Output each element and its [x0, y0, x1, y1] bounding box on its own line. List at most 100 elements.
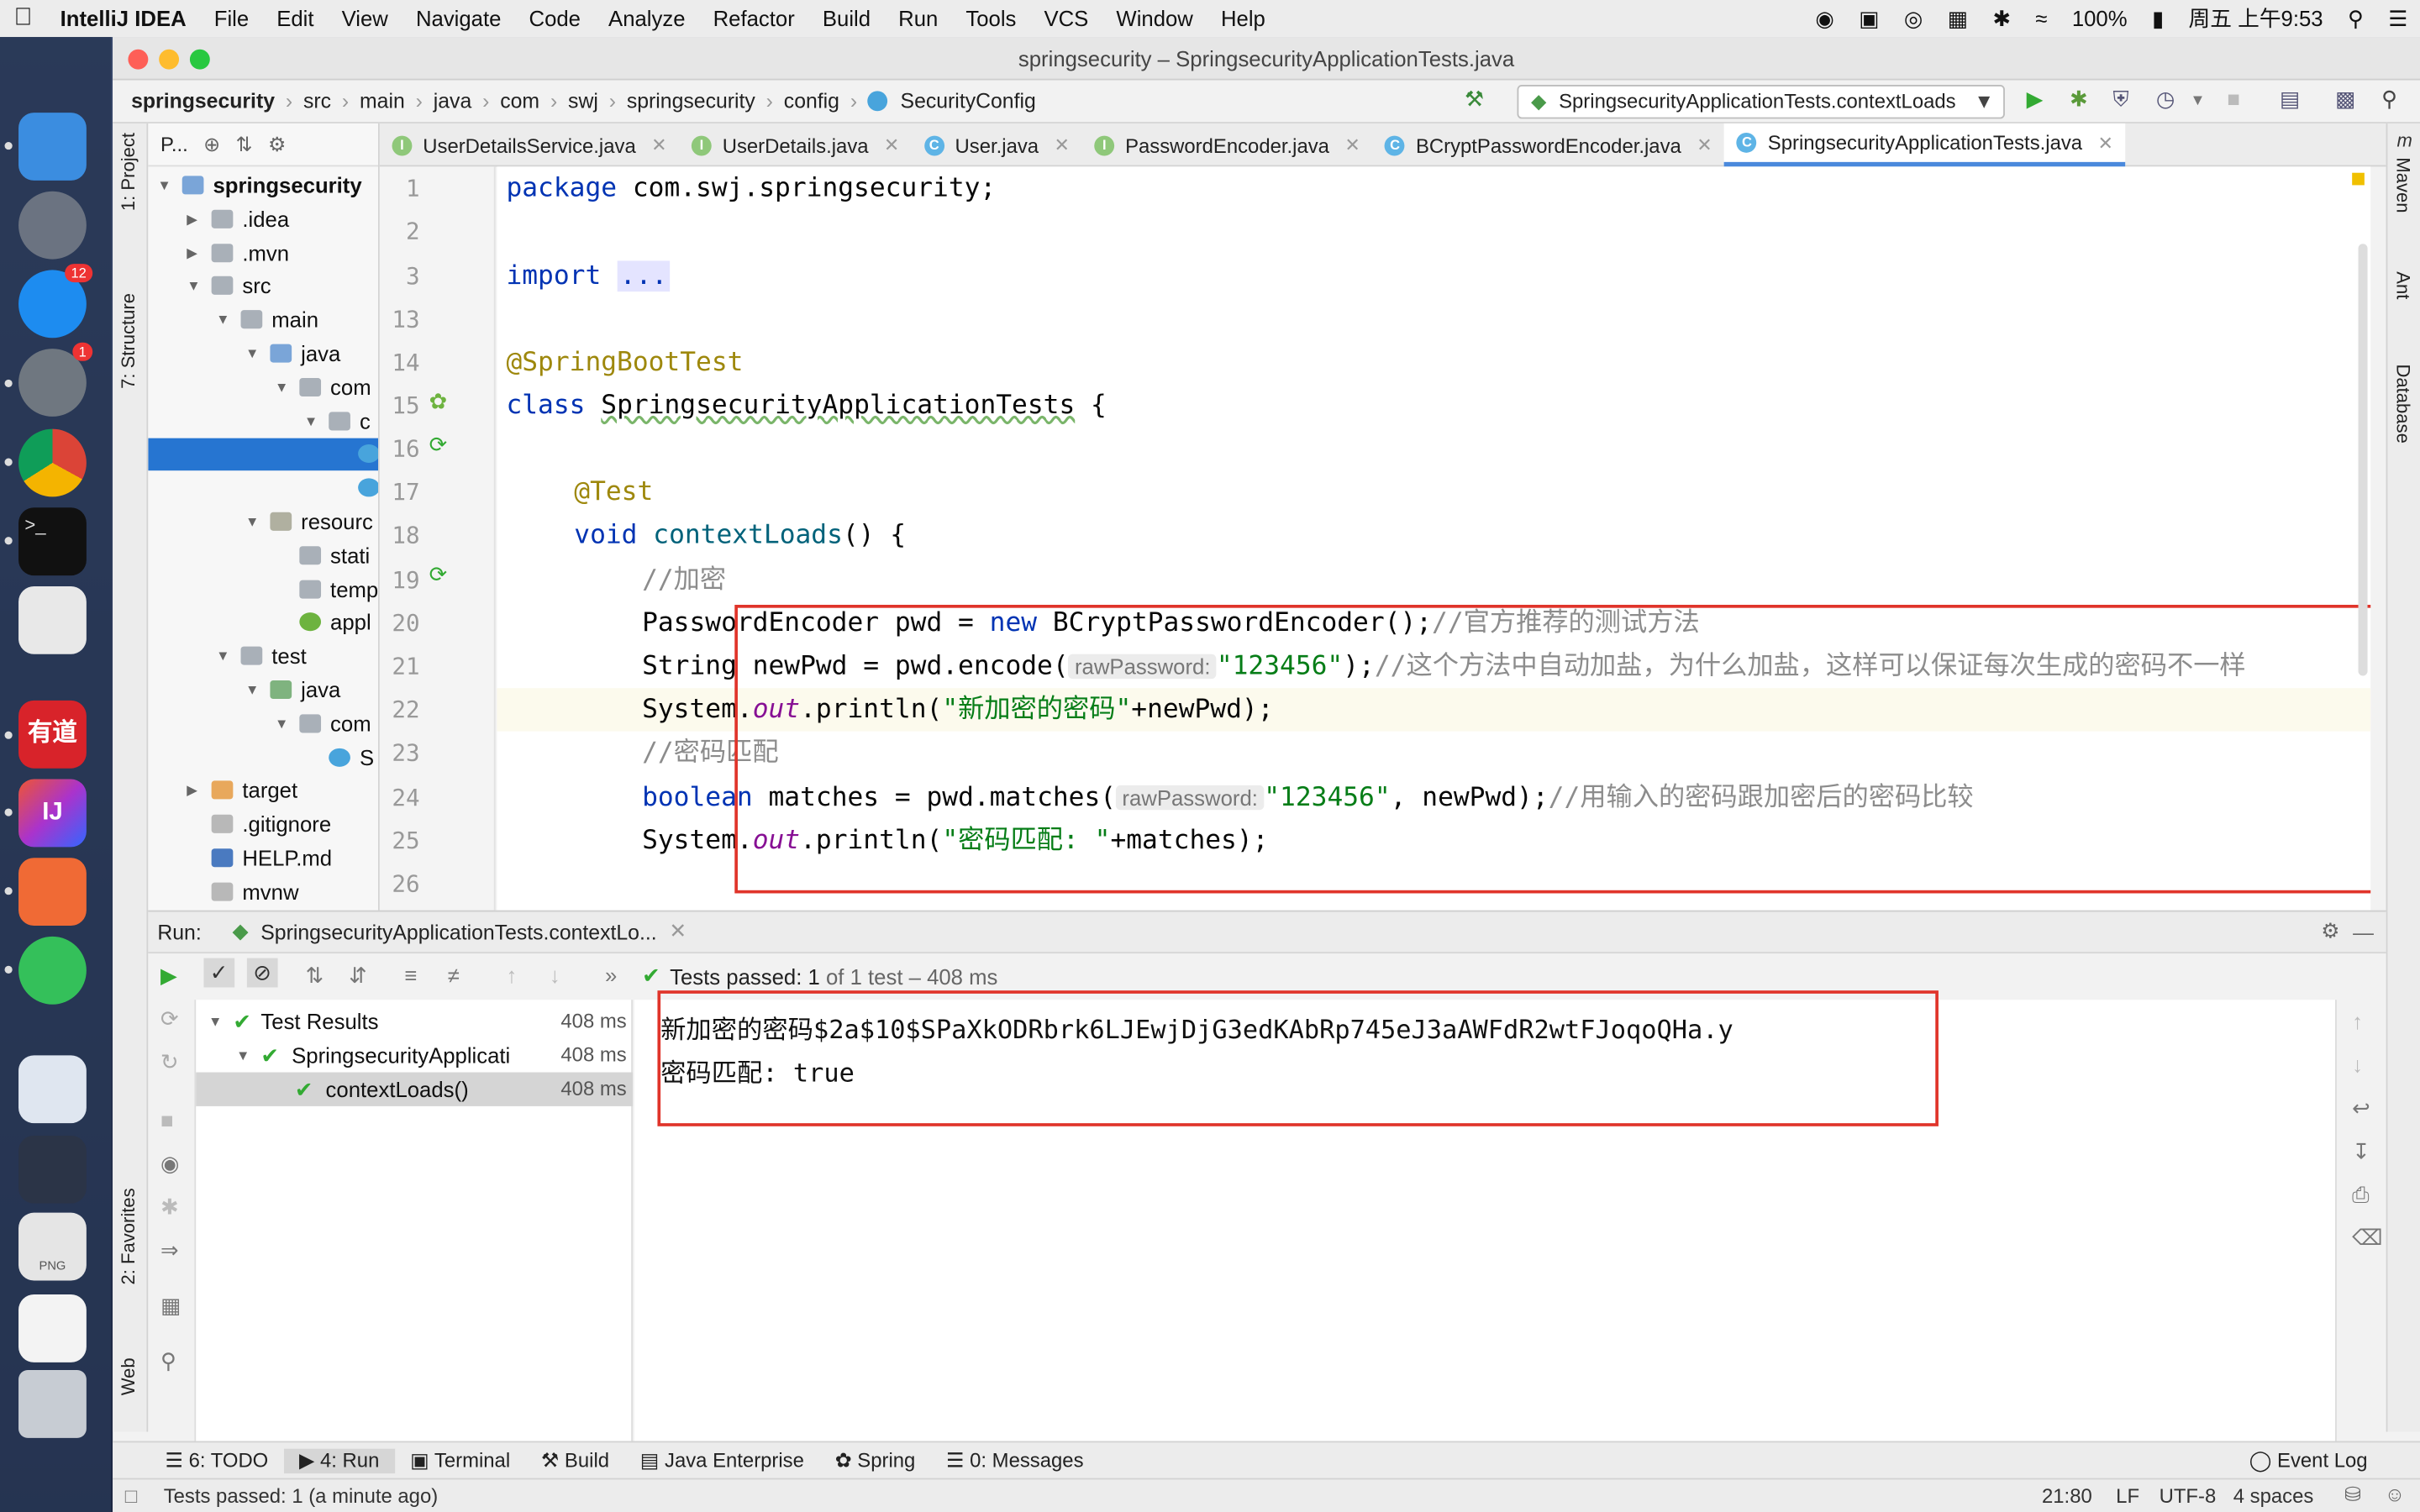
test-class-row[interactable]: ▼ ✔ SpringsecurityApplicati 408 ms — [196, 1038, 633, 1072]
web-tool-button[interactable]: Web — [118, 1357, 139, 1395]
chevron-down-icon[interactable]: ▼ — [245, 675, 259, 707]
project-tree-item[interactable]: ▼ com — [148, 708, 378, 741]
menu-code[interactable]: Code — [515, 0, 595, 37]
show-passed-toggle[interactable]: ✓ — [203, 958, 234, 988]
finder-icon[interactable] — [18, 113, 87, 181]
stop-icon[interactable]: ■ — [2227, 87, 2240, 111]
rerun-icon[interactable]: ▶ — [160, 963, 177, 989]
project-tree-item[interactable] — [148, 438, 378, 471]
project-tree-item[interactable]: appl — [148, 607, 378, 640]
snapshot-icon[interactable]: ◉ — [160, 1151, 179, 1177]
app-menu[interactable]: IntelliJ IDEA — [46, 0, 200, 37]
run-test-gutter-icon[interactable]: ⟳ — [429, 432, 448, 458]
inspection-warning-indicator[interactable] — [2352, 172, 2365, 186]
spring-tool-button[interactable]: ✿ Spring — [819, 1448, 930, 1473]
line-number[interactable]: 3 — [380, 262, 420, 290]
qq-status-icon[interactable]: ◎ — [1891, 5, 1935, 31]
wifi-icon[interactable]: ≈ — [2023, 6, 2060, 30]
line-number[interactable]: 25 — [380, 827, 419, 854]
editor-tab[interactable]: C User.java ✕ — [912, 123, 1082, 166]
run-tab[interactable]: SpringsecurityApplicationTests.contextLo… — [260, 921, 656, 944]
close-tab-icon[interactable]: ✕ — [651, 134, 666, 156]
line-number[interactable]: 16 — [380, 435, 419, 463]
project-tree-item[interactable]: mvnw — [148, 876, 378, 909]
chevron-down-icon[interactable]: ▼ — [187, 270, 200, 303]
test-results-root[interactable]: ▼ ✔ Test Results 408 ms — [196, 1005, 633, 1038]
document-thumbnail-icon[interactable] — [18, 1294, 87, 1362]
battery-icon[interactable]: ▮ — [2139, 5, 2176, 31]
bluetooth-icon[interactable]: ✱ — [1981, 5, 2023, 31]
battery-percent[interactable]: 100% — [2060, 6, 2139, 30]
inspector-icon[interactable]: ☺ — [2385, 1483, 2405, 1506]
close-tab-icon[interactable]: ✕ — [1054, 134, 1069, 156]
line-number[interactable]: 21 — [380, 653, 419, 680]
chevron-right-icon[interactable]: ▶ — [187, 203, 197, 236]
terminal-icon[interactable]: >_ — [18, 507, 87, 576]
run-test-gutter-icon[interactable]: ⟳ — [429, 562, 448, 588]
line-number[interactable]: 22 — [380, 696, 419, 723]
java-enterprise-tool-button[interactable]: ▤ Java Enterprise — [624, 1448, 819, 1473]
caret-position[interactable]: 21:80 — [2042, 1484, 2092, 1508]
clock[interactable]: 周五 上午9:53 — [2176, 3, 2335, 34]
chevron-right-icon[interactable]: ▶ — [187, 237, 197, 270]
line-number[interactable]: 23 — [380, 739, 419, 767]
menu-build[interactable]: Build — [808, 0, 884, 37]
window-thumbnail-icon[interactable] — [18, 1135, 87, 1204]
close-tab-icon[interactable]: ✕ — [669, 920, 687, 944]
show-ignored-toggle[interactable]: ⊘ — [246, 958, 278, 988]
terminal-tool-button[interactable]: ▣ Terminal — [395, 1448, 526, 1473]
breadcrumb-src[interactable]: src — [297, 90, 338, 113]
menu-tools[interactable]: Tools — [952, 0, 1030, 37]
menu-window[interactable]: Window — [1102, 0, 1207, 37]
more-actions-icon[interactable]: » — [605, 963, 617, 987]
line-number[interactable]: 15 — [380, 392, 419, 420]
spotlight-search-icon[interactable]: ⚲ — [2335, 5, 2375, 31]
menu-analyze[interactable]: Analyze — [595, 0, 700, 37]
chevron-down-icon[interactable]: ▼ — [157, 170, 171, 202]
project-tree-item[interactable]: S — [148, 472, 378, 505]
code-editor[interactable]: package com.swj.springsecurity; import .… — [497, 166, 2371, 911]
app-store-icon[interactable]: 12 — [18, 264, 93, 339]
rerun-failed-icon[interactable]: ⟳ — [160, 1006, 179, 1032]
profile-icon[interactable]: ◷ — [2156, 87, 2175, 113]
lock-icon[interactable]: ⛁ — [2344, 1483, 2361, 1507]
wechat-status-icon[interactable]: ◉ — [1803, 5, 1847, 31]
project-tree-item[interactable]: ▼ c — [148, 405, 378, 438]
line-number[interactable]: 24 — [380, 784, 419, 811]
scroll-down-icon[interactable]: ↓ — [2352, 1053, 2363, 1077]
editor-tab[interactable]: C SpringsecurityApplicationTests.java ✕ — [1724, 123, 2126, 167]
breadcrumb-java[interactable]: java — [427, 90, 477, 113]
sort-duration-icon[interactable]: ⇵ — [349, 963, 367, 989]
project-structure-icon[interactable]: ▤ — [2280, 87, 2300, 113]
line-number[interactable]: 20 — [380, 610, 419, 638]
clear-all-icon[interactable]: ⌫ — [2352, 1225, 2382, 1251]
spring-bean-gutter-icon[interactable]: ✿ — [429, 389, 448, 415]
import-icon[interactable]: ⇒ — [160, 1237, 179, 1263]
console-output[interactable]: 新加密的密码$2a$10$SPaXkODRbrk6LJEwjDjG3edKAbR… — [634, 990, 2335, 1441]
sdk-icon[interactable]: ▩ — [2335, 87, 2355, 113]
launchpad-icon[interactable] — [18, 191, 87, 260]
previous-failed-icon[interactable]: ↑ — [506, 963, 517, 987]
trash-icon[interactable] — [18, 1370, 87, 1438]
project-tree-item[interactable]: ▼ com — [148, 371, 378, 404]
layout-icon[interactable]: ▦ — [160, 1293, 181, 1319]
coverage-icon[interactable]: ⛨ — [2112, 87, 2128, 113]
chevron-down-icon[interactable]: ▼ — [245, 506, 259, 538]
line-number[interactable]: 14 — [380, 349, 419, 376]
run-tool-button[interactable]: ▶ 4: Run — [283, 1447, 395, 1473]
editor-scrollbar[interactable] — [2358, 244, 2368, 676]
project-tree-item[interactable]: ▶ .mvn — [148, 237, 378, 270]
line-number[interactable]: 2 — [380, 218, 420, 245]
project-tree-item[interactable]: ▼ resourc — [148, 506, 378, 538]
messages-tool-button[interactable]: ☰ 0: Messages — [931, 1448, 1099, 1473]
line-number[interactable]: 1 — [380, 175, 420, 202]
line-separator[interactable]: LF — [2116, 1484, 2139, 1508]
todo-tool-button[interactable]: ☰ 6: TODO — [150, 1448, 283, 1473]
project-tree-item[interactable]: ▼ test — [148, 641, 378, 674]
line-number[interactable]: 18 — [380, 522, 419, 549]
project-tree-item[interactable]: stati — [148, 539, 378, 572]
project-view-selector[interactable]: P... — [160, 133, 188, 156]
menu-help[interactable]: Help — [1207, 0, 1279, 37]
menu-edit[interactable]: Edit — [263, 0, 328, 37]
close-tab-icon[interactable]: ✕ — [1697, 134, 1712, 156]
